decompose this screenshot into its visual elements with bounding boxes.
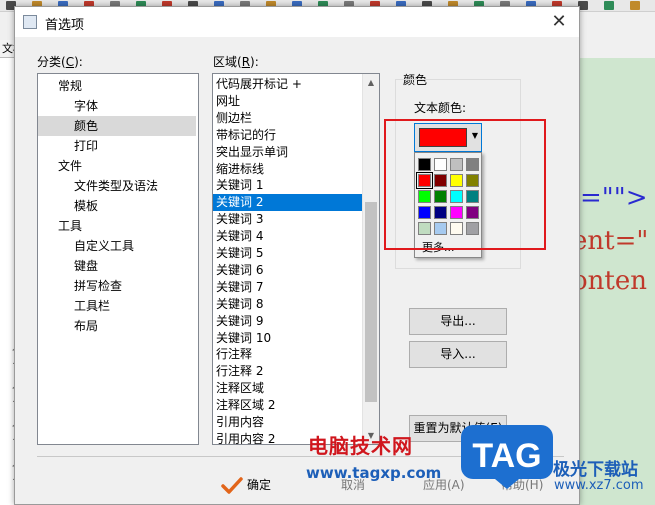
area-list-scrollbar[interactable]: ▲ ▼ [362,74,379,444]
watermark-site-name: 极光下载站 [553,460,638,480]
category-tree[interactable]: 常规 字体 颜色 打印 文件 文件类型及语法 模板 工具 自定义工具 键盘 拼写检查 工具栏 布局 [37,73,199,445]
scroll-up-icon[interactable]: ▲ [363,74,379,91]
area-item[interactable]: 侧边栏 [213,110,362,127]
category-item[interactable]: 工具 [58,216,82,236]
code-line: onten [578,266,647,296]
category-item[interactable]: 字体 [74,96,98,116]
area-item[interactable]: 注释区域 2 [213,397,362,414]
category-item[interactable]: 键盘 [74,256,98,276]
category-item[interactable]: 布局 [74,316,98,336]
tag-logo-text: TAG [472,437,541,475]
code-line: =""> [580,183,648,213]
category-item[interactable]: 文件类型及语法 [74,176,158,196]
dialog-titlebar: 首选项 ✕ [15,7,579,37]
scroll-thumb[interactable] [365,202,377,402]
area-item[interactable]: 带标记的行 [213,127,362,144]
watermark-site-url: www.xz7.com [554,478,644,493]
area-item[interactable]: 关键词 2 [213,194,362,212]
export-button[interactable]: 导出... [409,308,507,335]
checkmark-icon [221,477,243,494]
area-item[interactable]: 突出显示单词 [213,144,362,161]
toolbar-icon[interactable] [630,1,640,10]
toolbar-icon[interactable] [604,1,614,10]
area-item[interactable]: 关键词 5 [213,245,362,262]
category-item[interactable]: 打印 [74,136,98,156]
area-label-key: R [241,55,251,69]
area-label-text: 区域( [213,55,242,69]
category-item[interactable]: 工具栏 [74,296,110,316]
category-label: 分类(C): [37,53,83,70]
category-item[interactable]: 拼写检查 [74,276,122,296]
tag-logo-icon: TAG [461,425,553,489]
highlight-annotation [384,119,546,250]
category-item[interactable]: 文件 [58,156,82,176]
watermark-url: www.tagxp.com [306,464,442,482]
area-item[interactable]: 网址 [213,93,362,110]
dialog-title: 首选项 [45,18,85,33]
area-item[interactable]: 关键词 9 [213,313,362,330]
close-button[interactable]: ✕ [547,11,571,33]
area-label-suffix: ): [250,55,259,69]
area-list[interactable]: 引用内容 2 引用内容 注释区域 2 注释区域 行注释 2 行注释 关键词 10 关键词 9关… [212,73,380,445]
area-item[interactable]: 关键词 1 [213,177,362,194]
area-item[interactable]: 行注释 [213,346,362,363]
category-item[interactable]: 模板 [74,196,98,216]
area-item[interactable]: 行注释 2 [213,363,362,380]
area-item[interactable]: 代码展开标记 + [213,76,362,93]
preferences-icon [23,15,37,29]
area-item[interactable]: 缩进标线 [213,161,362,178]
area-label: 区域(R): [213,53,259,70]
area-item[interactable]: 关键词 6 [213,262,362,279]
import-button[interactable]: 导入... [409,341,507,368]
area-item[interactable]: 关键词 7 [213,279,362,296]
area-item[interactable]: 关键词 3 [213,211,362,228]
ok-button[interactable]: 确定 [247,473,271,497]
area-item[interactable]: 关键词 10 [213,330,362,347]
editor-text-area[interactable]: =""> ent=" onten [578,58,655,505]
category-item[interactable]: 常规 [58,76,82,96]
area-item[interactable]: 关键词 8 [213,296,362,313]
area-item[interactable]: 注释区域 [213,380,362,397]
category-item[interactable]: 自定义工具 [74,236,134,256]
area-item[interactable]: 引用内容 [213,414,362,431]
category-label-suffix: ): [74,55,83,69]
watermark-title: 电脑技术网 [308,434,413,458]
category-label-key: C [65,55,75,69]
code-line: ent=" [578,226,649,256]
area-item[interactable]: 关键词 4 [213,228,362,245]
category-label-text: 分类( [37,55,66,69]
text-color-label: 文本颜色: [414,101,467,115]
category-item[interactable]: 颜色 [38,116,196,136]
